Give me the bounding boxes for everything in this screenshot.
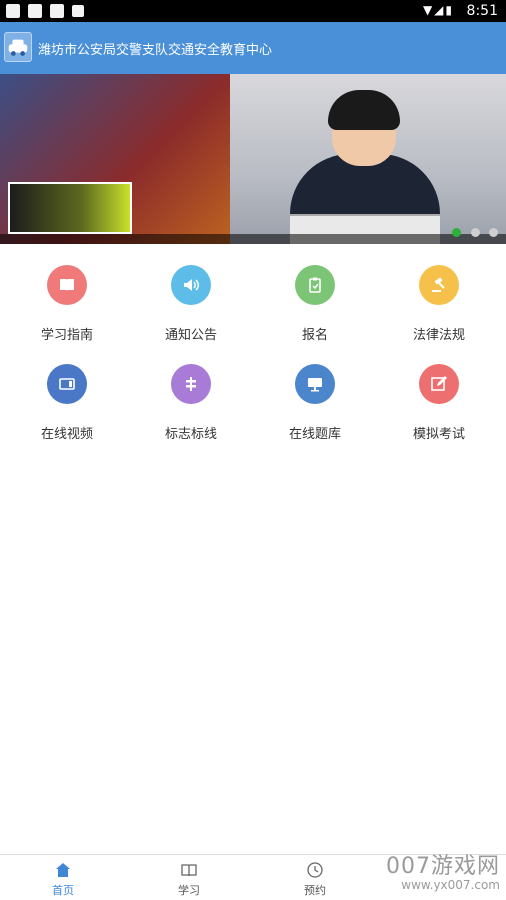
banner-carousel[interactable] <box>0 74 506 244</box>
watermark: 007游戏网 www.yx007.com <box>386 854 500 892</box>
menu-item-notices[interactable]: 通知公告 <box>128 252 254 342</box>
menu-item-laws[interactable]: 法律法规 <box>376 252 502 342</box>
car-icon <box>8 39 28 56</box>
signpost-icon <box>171 364 211 404</box>
tv-icon <box>47 364 87 404</box>
notification-icon <box>28 4 42 18</box>
font-a-icon <box>72 5 84 17</box>
video-control-bar <box>0 234 506 244</box>
signal-battery-icons: ▼◢▮ <box>422 3 454 17</box>
monitor-icon <box>295 364 335 404</box>
menu-item-mock-exam[interactable]: 模拟考试 <box>376 351 502 441</box>
status-bar: ▼◢▮ 8:51 <box>0 0 506 22</box>
gavel-icon <box>419 265 459 305</box>
tab-home[interactable]: 首页 <box>0 855 126 900</box>
app-logo <box>4 32 32 62</box>
menu-item-registration[interactable]: 报名 <box>252 252 378 342</box>
speaker-icon <box>171 265 211 305</box>
carousel-indicators[interactable] <box>447 224 498 242</box>
carousel-dot[interactable] <box>470 228 480 237</box>
notification-icon <box>50 4 64 18</box>
clock-icon <box>307 862 323 878</box>
book-icon <box>47 265 87 305</box>
menu-item-study-guide[interactable]: 学习指南 <box>4 252 130 342</box>
tab-study[interactable]: 学习 <box>126 855 252 900</box>
carousel-dot[interactable] <box>452 228 462 237</box>
carousel-dot[interactable] <box>489 228 498 237</box>
menu-item-question-bank[interactable]: 在线题库 <box>252 351 378 441</box>
app-header: 潍坊市公安局交警支队交通安全教育中心 <box>0 22 506 74</box>
clipboard-icon <box>295 265 335 305</box>
tab-appointment[interactable]: 预约 <box>252 855 378 900</box>
open-book-icon <box>181 864 197 877</box>
notification-icon <box>6 4 20 18</box>
home-icon <box>56 863 70 877</box>
menu-item-signs-markings[interactable]: 标志标线 <box>128 351 254 441</box>
app-title: 潍坊市公安局交警支队交通安全教育中心 <box>38 42 273 57</box>
menu-item-online-video[interactable]: 在线视频 <box>4 351 130 441</box>
edit-icon <box>419 364 459 404</box>
banner-inset-image <box>8 182 132 234</box>
status-time: 8:51 <box>466 3 498 19</box>
